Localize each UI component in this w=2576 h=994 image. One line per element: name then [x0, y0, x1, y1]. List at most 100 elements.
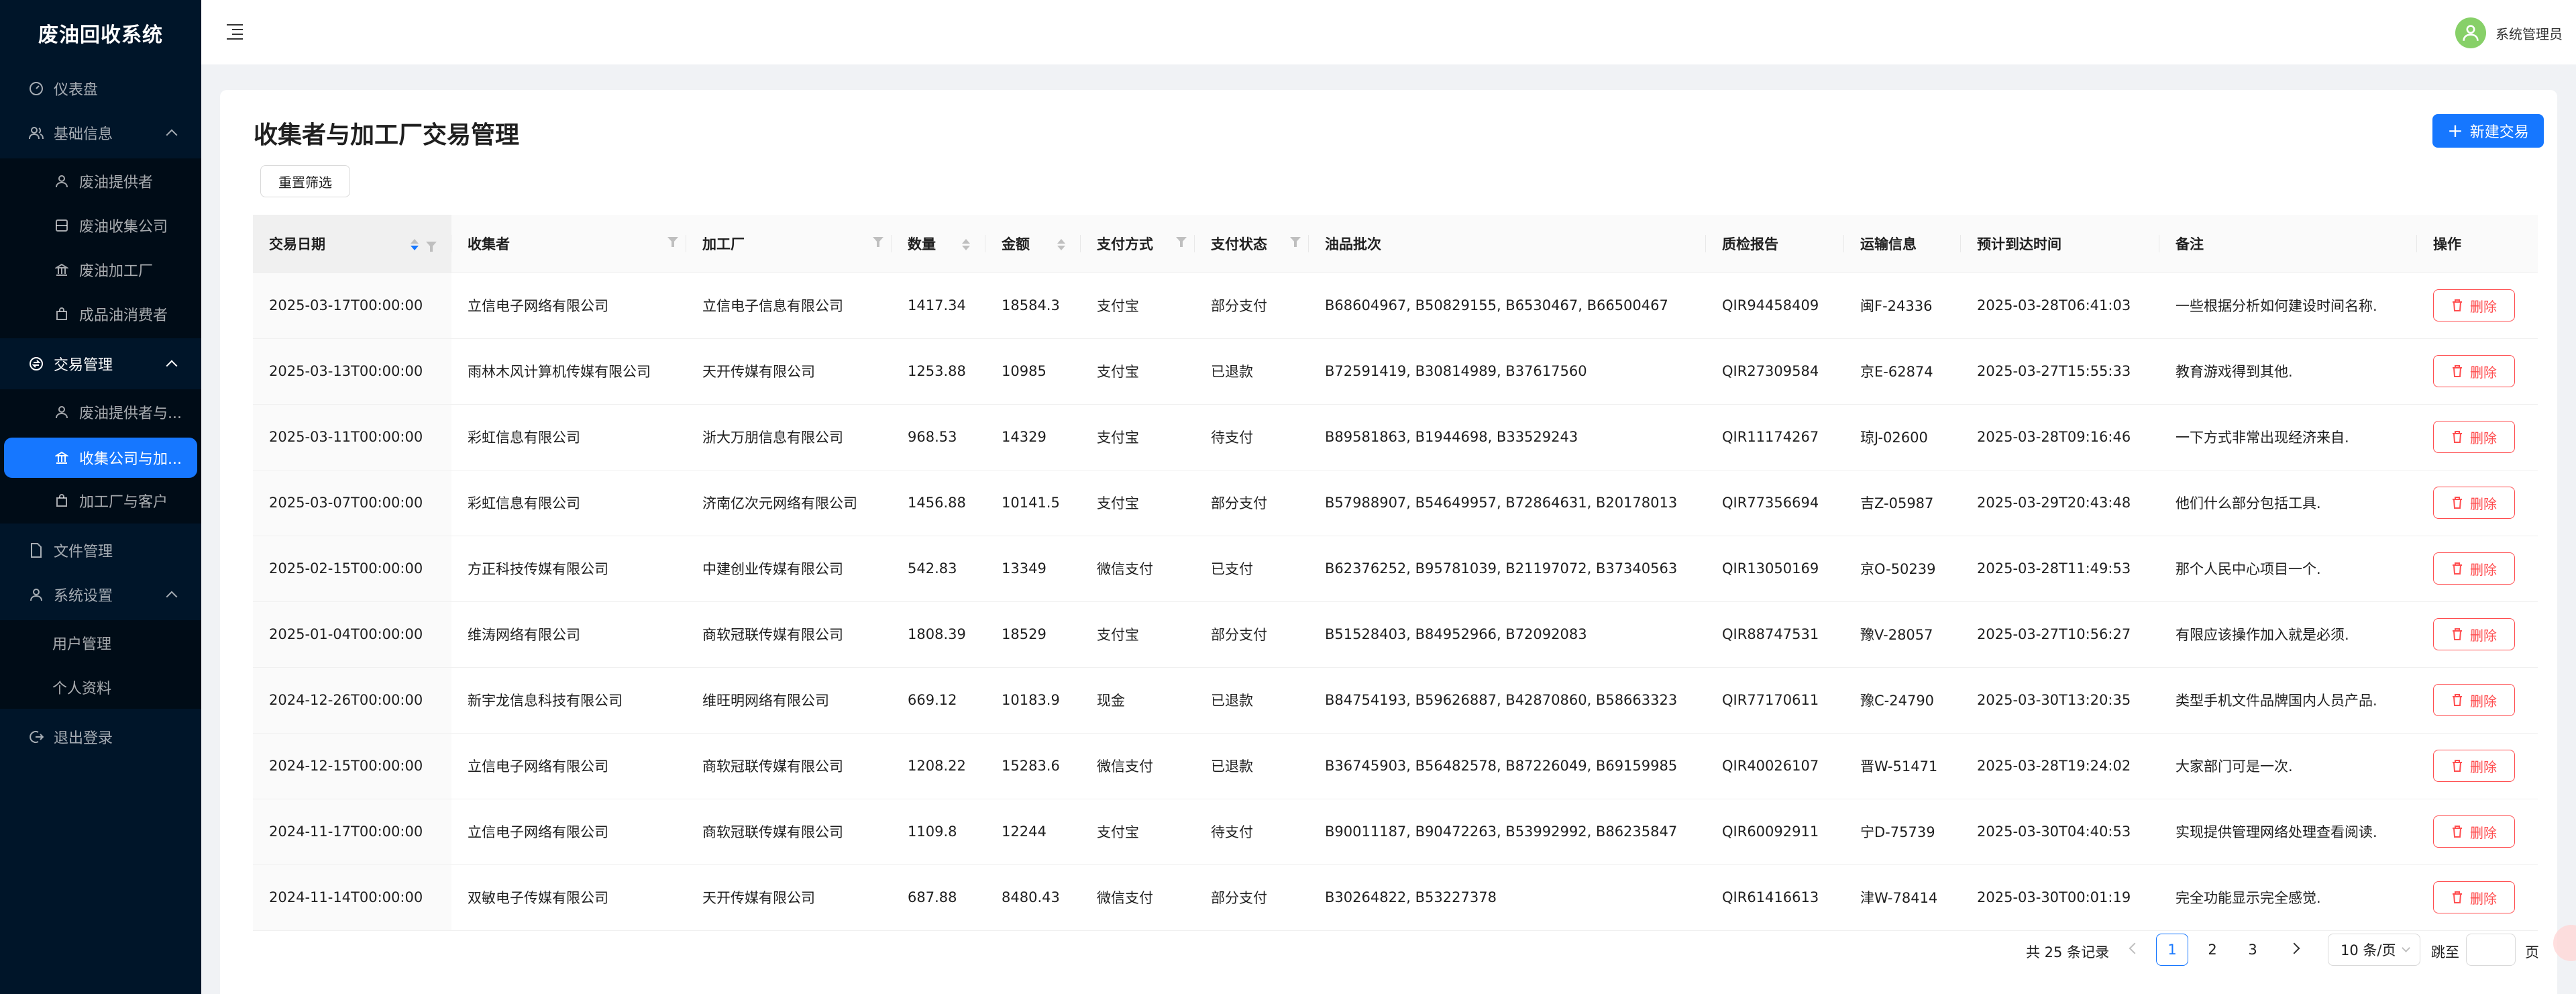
column-header-eta: 预计到达时间 — [1961, 215, 2159, 273]
column-tools — [1057, 237, 1066, 252]
menu-profile[interactable]: 个人资料 — [0, 667, 201, 707]
user-icon — [54, 173, 70, 189]
menu-trade-plant-customer[interactable]: 加工厂与客户 — [0, 481, 201, 521]
filter-icon[interactable] — [873, 237, 883, 247]
page-2-button[interactable]: 2 — [2196, 934, 2229, 966]
cell-oil-batch: B30264822, B53227378 — [1309, 864, 1706, 931]
filter-icon[interactable] — [426, 241, 437, 252]
cell-pay-method: 支付宝 — [1081, 799, 1195, 865]
column-label: 运输信息 — [1860, 236, 1917, 252]
delete-icon — [2453, 628, 2462, 640]
filter-icon[interactable] — [1176, 237, 1187, 247]
delete-button[interactable]: 删除 — [2433, 355, 2515, 387]
table-row: 2025-03-11T00:00:00 彩虹信息有限公司 浙大万朋信息有限公司 968… — [253, 404, 2538, 470]
menu-basic-info[interactable]: 基础信息 — [0, 113, 201, 153]
cell-qc-report: QIR94458409 — [1706, 272, 1844, 339]
cell-collector: 雨林木风计算机传媒有限公司 — [451, 338, 686, 405]
cell-quantity: 1417.34 — [892, 272, 985, 339]
cell-action: 删除 — [2417, 667, 2538, 734]
menu-file-mgmt-label: 文件管理 — [54, 544, 113, 560]
cell-eta: 2025-03-30T04:40:53 — [1961, 799, 2159, 865]
cell-quantity: 1456.88 — [892, 470, 985, 536]
menu-fold-icon[interactable] — [227, 24, 243, 40]
page-3-button[interactable]: 3 — [2237, 934, 2269, 966]
menu-trade-provider[interactable]: 废油提供者与... — [0, 392, 201, 432]
menu-oil-provider[interactable]: 废油提供者 — [0, 161, 201, 201]
plus-icon: + — [2447, 119, 2463, 142]
cell-pay-method: 支付宝 — [1081, 470, 1195, 536]
column-header-collector[interactable]: 收集者 — [451, 215, 686, 273]
delete-button[interactable]: 删除 — [2433, 289, 2515, 321]
cell-eta: 2025-03-29T20:43:48 — [1961, 470, 2159, 536]
menu-profile-label: 个人资料 — [52, 681, 112, 697]
cell-amount: 18529 — [985, 601, 1081, 668]
cell-transport: 京E-62874 — [1844, 338, 1961, 405]
cell-quantity: 1208.22 — [892, 733, 985, 799]
menu-trade-collector-plant[interactable]: 收集公司与加... — [4, 438, 197, 478]
app-title: 废油回收系统 — [38, 23, 163, 47]
cell-oil-batch: B90011187, B90472263, B53992992, B862358… — [1309, 799, 1706, 865]
bank-icon — [54, 450, 70, 466]
avatar — [2455, 17, 2486, 48]
sort-icon[interactable] — [410, 237, 419, 252]
menu-system-settings[interactable]: 系统设置 — [0, 575, 201, 615]
menu-dashboard[interactable]: 仪表盘 — [0, 68, 201, 109]
column-header-plant[interactable]: 加工厂 — [686, 215, 892, 273]
delete-label: 删除 — [2470, 824, 2497, 841]
reset-filter-button[interactable]: 重置筛选 — [260, 165, 350, 197]
column-header-amount[interactable]: 金额 — [985, 215, 1081, 273]
menu-processing-plant[interactable]: 废油加工厂 — [0, 250, 201, 290]
pagination: 共 25 条记录 1 2 3 10 条/页 跳至 页 — [220, 934, 2557, 968]
delete-button[interactable]: 删除 — [2433, 750, 2515, 782]
cell-qc-report: QIR40026107 — [1706, 733, 1844, 799]
page-1-button[interactable]: 1 — [2156, 934, 2188, 966]
cell-date: 2025-02-15T00:00:00 — [253, 536, 451, 602]
delete-button[interactable]: 删除 — [2433, 881, 2515, 913]
page-size-select[interactable]: 10 条/页 — [2328, 934, 2420, 966]
delete-button[interactable]: 删除 — [2433, 487, 2515, 519]
new-transaction-button[interactable]: + 新建交易 — [2432, 114, 2544, 148]
filter-icon[interactable] — [1290, 237, 1301, 247]
cell-remark: 教育游戏得到其他. — [2159, 338, 2417, 405]
column-header-date[interactable]: 交易日期 — [253, 215, 451, 273]
cell-plant: 济南亿次元网络有限公司 — [686, 470, 892, 536]
menu-logout[interactable]: 退出登录 — [0, 717, 201, 757]
cell-transport: 津W-78414 — [1844, 864, 1961, 931]
cell-transport: 晋W-51471 — [1844, 733, 1961, 799]
jump-page-input[interactable] — [2466, 934, 2516, 966]
sort-icon[interactable] — [961, 237, 971, 252]
menu-user-mgmt[interactable]: 用户管理 — [0, 623, 201, 663]
cell-oil-batch: B68604967, B50829155, B6530467, B6650046… — [1309, 272, 1706, 339]
delete-button[interactable]: 删除 — [2433, 618, 2515, 650]
menu-consumer[interactable]: 成品油消费者 — [0, 294, 201, 334]
main-card: 收集者与加工厂交易管理 + 新建交易 重置筛选 交易日期 收集者 加工厂 数量 金额 支付… — [220, 90, 2557, 994]
delete-button[interactable]: 删除 — [2433, 684, 2515, 716]
menu-trade-provider-label: 废油提供者与... — [79, 405, 182, 422]
sort-icon[interactable] — [1057, 237, 1066, 252]
delete-button[interactable]: 删除 — [2433, 421, 2515, 453]
prev-page-icon[interactable] — [2129, 942, 2141, 954]
menu-collection-company[interactable]: 废油收集公司 — [0, 205, 201, 246]
filter-icon[interactable] — [667, 237, 678, 247]
user-menu[interactable]: 系统管理员 — [2455, 17, 2563, 48]
next-page-icon[interactable] — [2288, 942, 2300, 954]
sidebar: 废油回收系统 仪表盘 基础信息 废油提供者 废油收集公司 废油加工厂 成品油消费… — [0, 0, 201, 994]
column-header-pay-method[interactable]: 支付方式 — [1081, 215, 1195, 273]
cell-collector: 新宇龙信息科技有限公司 — [451, 667, 686, 734]
cell-plant: 维旺明网络有限公司 — [686, 667, 892, 734]
menu-user-mgmt-label: 用户管理 — [52, 636, 112, 653]
column-header-quantity[interactable]: 数量 — [892, 215, 985, 273]
user-icon — [2463, 25, 2479, 41]
menu-trade-mgmt[interactable]: 交易管理 — [0, 344, 201, 384]
cell-plant: 中建创业传媒有限公司 — [686, 536, 892, 602]
column-header-pay-status[interactable]: 支付状态 — [1195, 215, 1309, 273]
cell-amount: 15283.6 — [985, 733, 1081, 799]
cell-action: 删除 — [2417, 601, 2538, 668]
delete-button[interactable]: 删除 — [2433, 552, 2515, 585]
table-header-row: 交易日期 收集者 加工厂 数量 金额 支付方式 支付状态 油品批次 质检报告 运输信息 预计到达时间… — [253, 215, 2538, 273]
delete-button[interactable]: 删除 — [2433, 815, 2515, 848]
column-header-transport: 运输信息 — [1844, 215, 1961, 273]
menu-file-mgmt[interactable]: 文件管理 — [0, 530, 201, 570]
cell-transport: 吉Z-05987 — [1844, 470, 1961, 536]
delete-label: 删除 — [2470, 430, 2497, 446]
